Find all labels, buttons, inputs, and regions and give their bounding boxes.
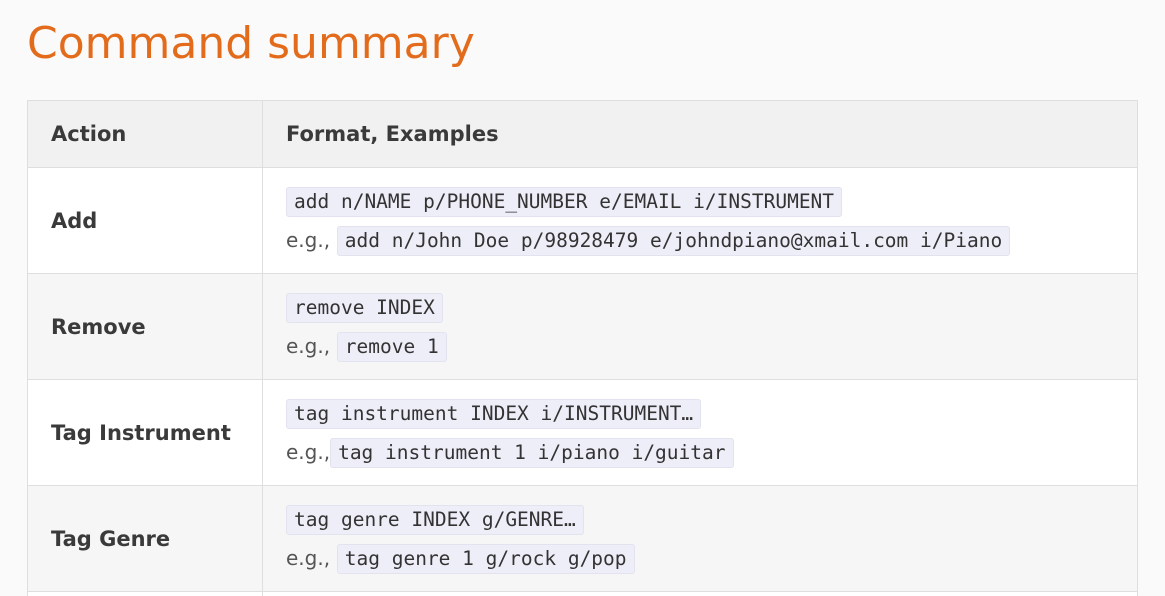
example-code: remove 1 xyxy=(336,331,447,362)
action-cell: Tag Instrument xyxy=(27,379,263,486)
example-prefix: e.g., xyxy=(286,545,331,570)
example-prefix: e.g., xyxy=(286,333,331,358)
example-code: tag instrument 1 i/piano i/guitar xyxy=(330,437,734,468)
table-row-partial xyxy=(27,591,1138,596)
format-cell-partial xyxy=(262,591,1138,596)
format-code: add n/NAME p/PHONE_NUMBER e/EMAIL i/INST… xyxy=(286,186,843,217)
action-cell-partial xyxy=(27,591,263,596)
format-cell: remove INDEX e.g., remove 1 xyxy=(262,273,1138,380)
format-cell: tag genre INDEX g/GENRE… e.g., tag genre… xyxy=(262,485,1138,592)
column-header-action: Action xyxy=(27,100,263,168)
page-title: Command summary xyxy=(27,18,475,69)
action-cell: Add xyxy=(27,167,263,274)
action-cell: Remove xyxy=(27,273,263,380)
format-cell: tag instrument INDEX i/INSTRUMENT… e.g.,… xyxy=(262,379,1138,486)
command-summary-table: Action Format, Examples Add add n/NAME p… xyxy=(27,100,1138,596)
table-row: Tag Genre tag genre INDEX g/GENRE… e.g.,… xyxy=(27,485,1138,592)
example-prefix: e.g., xyxy=(286,439,331,464)
table-row: Add add n/NAME p/PHONE_NUMBER e/EMAIL i/… xyxy=(27,167,1138,274)
action-cell: Tag Genre xyxy=(27,485,263,592)
table-row: Remove remove INDEX e.g., remove 1 xyxy=(27,273,1138,380)
format-code: tag instrument INDEX i/INSTRUMENT… xyxy=(286,398,702,429)
column-header-format: Format, Examples xyxy=(262,100,1138,168)
example-prefix: e.g., xyxy=(286,227,331,252)
example-code: tag genre 1 g/rock g/pop xyxy=(336,543,635,574)
table-row: Tag Instrument tag instrument INDEX i/IN… xyxy=(27,379,1138,486)
example-code: add n/John Doe p/98928479 e/johndpiano@x… xyxy=(336,225,1011,256)
format-code: remove INDEX xyxy=(286,292,443,323)
table-header-row: Action Format, Examples xyxy=(27,100,1138,168)
format-code: tag genre INDEX g/GENRE… xyxy=(286,504,584,535)
format-cell: add n/NAME p/PHONE_NUMBER e/EMAIL i/INST… xyxy=(262,167,1138,274)
